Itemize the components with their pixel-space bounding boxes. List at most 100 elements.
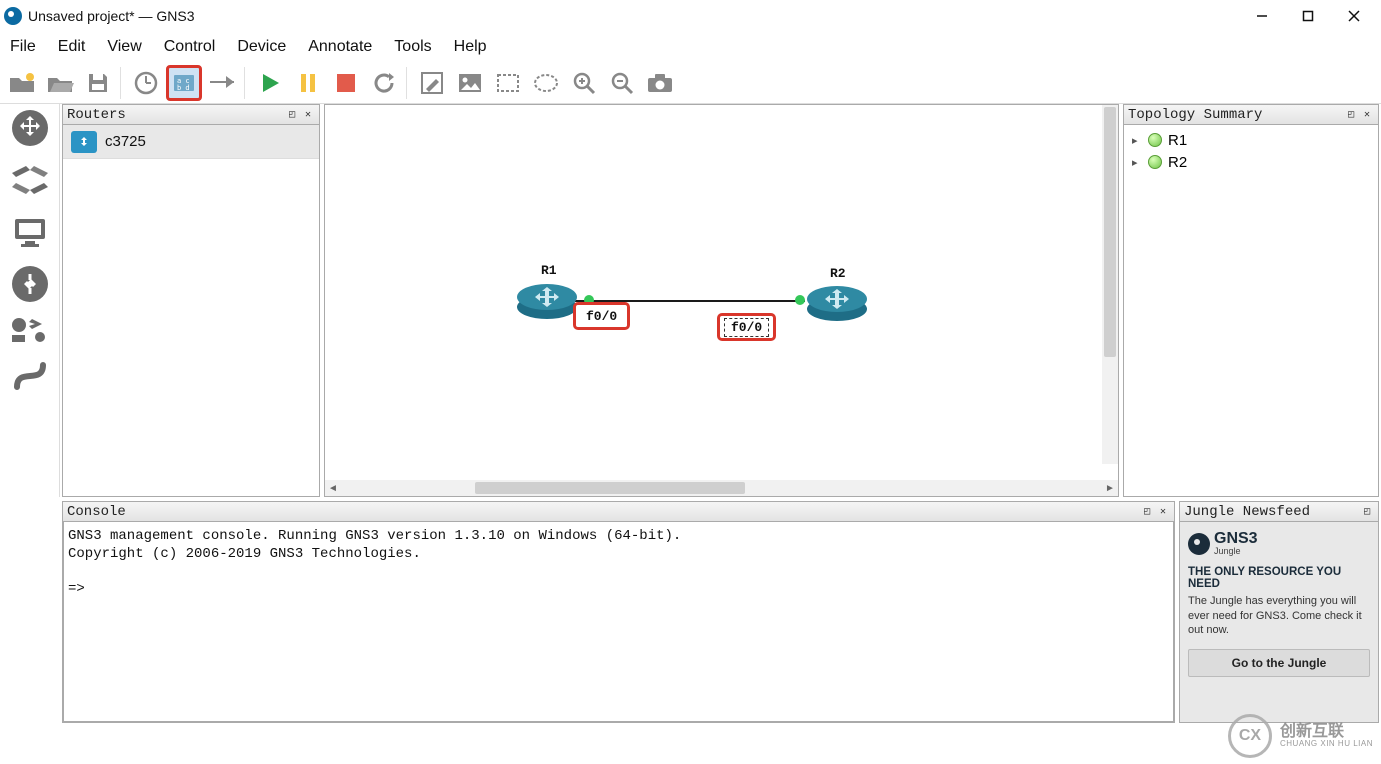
newsfeed-logo: GNS3 Jungle: [1188, 532, 1370, 556]
newsfeed-headline: THE ONLY RESOURCE YOU NEED: [1188, 566, 1370, 590]
canvas-scrollbar-horizontal[interactable]: ◄ ►: [325, 480, 1118, 496]
all-devices-category-icon[interactable]: [8, 314, 52, 346]
rectangle-icon[interactable]: [490, 65, 526, 101]
watermark-line1: 创新互联: [1280, 723, 1373, 741]
menu-view[interactable]: View: [107, 38, 141, 56]
routers-category-icon[interactable]: [8, 106, 52, 150]
menubar: File Edit View Control Device Annotate T…: [0, 32, 1381, 62]
interface-label-r2[interactable]: f0/0: [717, 313, 776, 341]
start-all-icon[interactable]: [252, 65, 288, 101]
switches-category-icon[interactable]: [8, 158, 52, 202]
topology-canvas[interactable]: R1 f0/0 R2 f0/0: [325, 105, 1118, 480]
topology-summary-panel: Topology Summary ◰ ✕ ▸ R1 ▸ R2: [1123, 104, 1379, 497]
newsfeed-logo-sub: Jungle: [1214, 546, 1258, 556]
zoom-out-icon[interactable]: [604, 65, 640, 101]
close-button[interactable]: [1331, 1, 1377, 31]
console-output[interactable]: GNS3 management console. Running GNS3 ve…: [63, 522, 1174, 722]
status-running-icon: [1148, 155, 1162, 169]
show-interface-labels-icon[interactable]: a cb d: [166, 65, 202, 101]
image-icon[interactable]: [452, 65, 488, 101]
menu-device[interactable]: Device: [237, 38, 286, 56]
gns3-jungle-icon: [1188, 533, 1210, 555]
routers-panel-title: Routers: [67, 107, 283, 123]
end-devices-category-icon[interactable]: [8, 210, 52, 254]
console-panel-header: Console ◰ ✕: [63, 502, 1174, 522]
watermark: CX 创新互联 CHUANG XIN HU LIAN: [1228, 714, 1373, 758]
expand-icon[interactable]: ▸: [1132, 134, 1142, 147]
security-devices-category-icon[interactable]: [8, 262, 52, 306]
topology-item-label: R1: [1168, 132, 1187, 149]
undock-icon[interactable]: ◰: [1344, 108, 1358, 122]
console-panel-title: Console: [67, 504, 1138, 520]
maximize-button[interactable]: [1285, 1, 1331, 31]
topology-item-r2[interactable]: ▸ R2: [1126, 151, 1376, 173]
restart-all-icon[interactable]: [366, 65, 402, 101]
menu-edit[interactable]: Edit: [58, 38, 86, 56]
reload-icon[interactable]: [128, 65, 164, 101]
toolbar: a cb d: [0, 62, 1381, 104]
watermark-line2: CHUANG XIN HU LIAN: [1280, 740, 1373, 749]
newsfeed-panel: Jungle Newsfeed ◰ GNS3 Jungle THE ONLY R…: [1179, 501, 1379, 723]
topology-item-r1[interactable]: ▸ R1: [1126, 129, 1376, 151]
menu-tools[interactable]: Tools: [394, 38, 431, 56]
new-project-icon[interactable]: [4, 65, 40, 101]
window-title: Unsaved project* — GNS3: [28, 8, 195, 24]
topology-list: ▸ R1 ▸ R2: [1124, 125, 1378, 496]
newsfeed-body: GNS3 Jungle THE ONLY RESOURCE YOU NEED T…: [1180, 522, 1378, 722]
routers-list: c3725: [63, 125, 319, 496]
minimize-button[interactable]: [1239, 1, 1285, 31]
go-to-jungle-button[interactable]: Go to the Jungle: [1188, 649, 1370, 677]
add-link-icon[interactable]: [8, 354, 52, 398]
open-project-icon[interactable]: [42, 65, 78, 101]
topology-panel-header: Topology Summary ◰ ✕: [1124, 105, 1378, 125]
undock-icon[interactable]: ◰: [1140, 505, 1154, 519]
expand-icon[interactable]: ▸: [1132, 156, 1142, 169]
scroll-right-icon[interactable]: ►: [1102, 480, 1118, 496]
link-endpoint-r2: [795, 295, 805, 305]
svg-text:b d: b d: [177, 84, 190, 92]
undock-icon[interactable]: ◰: [285, 108, 299, 122]
interface-label-r2-text: f0/0: [724, 318, 769, 337]
save-project-icon[interactable]: [80, 65, 116, 101]
close-icon[interactable]: ✕: [301, 108, 315, 122]
close-icon[interactable]: ✕: [1156, 505, 1170, 519]
watermark-badge: CX: [1228, 714, 1272, 758]
router-template-item[interactable]: c3725: [63, 125, 319, 159]
console-panel: Console ◰ ✕ GNS3 management console. Run…: [62, 501, 1175, 723]
routers-panel-header: Routers ◰ ✕: [63, 105, 319, 125]
menu-help[interactable]: Help: [454, 38, 487, 56]
node-r1-label[interactable]: R1: [541, 263, 557, 278]
canvas-scrollbar-vertical[interactable]: [1102, 105, 1118, 464]
note-icon[interactable]: [414, 65, 450, 101]
topology-item-label: R2: [1168, 154, 1187, 171]
menu-control[interactable]: Control: [164, 38, 216, 56]
undock-icon[interactable]: ◰: [1360, 505, 1374, 519]
router-template-label: c3725: [105, 133, 146, 150]
titlebar: Unsaved project* — GNS3: [0, 0, 1381, 32]
newsfeed-panel-header: Jungle Newsfeed ◰: [1180, 502, 1378, 522]
device-toolbar: [0, 104, 60, 497]
topology-panel-title: Topology Summary: [1128, 107, 1342, 123]
app-icon: [4, 7, 22, 25]
node-r1-icon[interactable]: [515, 277, 579, 321]
interface-label-r1-text: f0/0: [580, 308, 623, 325]
close-icon[interactable]: ✕: [1360, 108, 1374, 122]
interface-label-r1[interactable]: f0/0: [573, 302, 630, 330]
routers-panel: Routers ◰ ✕ c3725: [62, 104, 320, 497]
window-controls: [1239, 1, 1377, 31]
ellipse-icon[interactable]: [528, 65, 564, 101]
newsfeed-panel-title: Jungle Newsfeed: [1184, 504, 1358, 520]
zoom-in-icon[interactable]: [566, 65, 602, 101]
menu-annotate[interactable]: Annotate: [308, 38, 372, 56]
newsfeed-logo-text: GNS3: [1214, 532, 1258, 546]
canvas-panel: R1 f0/0 R2 f0/0 ◄ ►: [324, 104, 1119, 497]
scroll-left-icon[interactable]: ◄: [325, 480, 341, 496]
stop-all-icon[interactable]: [328, 65, 364, 101]
router-icon: [71, 131, 97, 153]
pause-all-icon[interactable]: [290, 65, 326, 101]
menu-file[interactable]: File: [10, 38, 36, 56]
node-r2-icon[interactable]: [805, 279, 869, 323]
status-running-icon: [1148, 133, 1162, 147]
console-all-icon[interactable]: [204, 65, 240, 101]
screenshot-icon[interactable]: [642, 65, 678, 101]
